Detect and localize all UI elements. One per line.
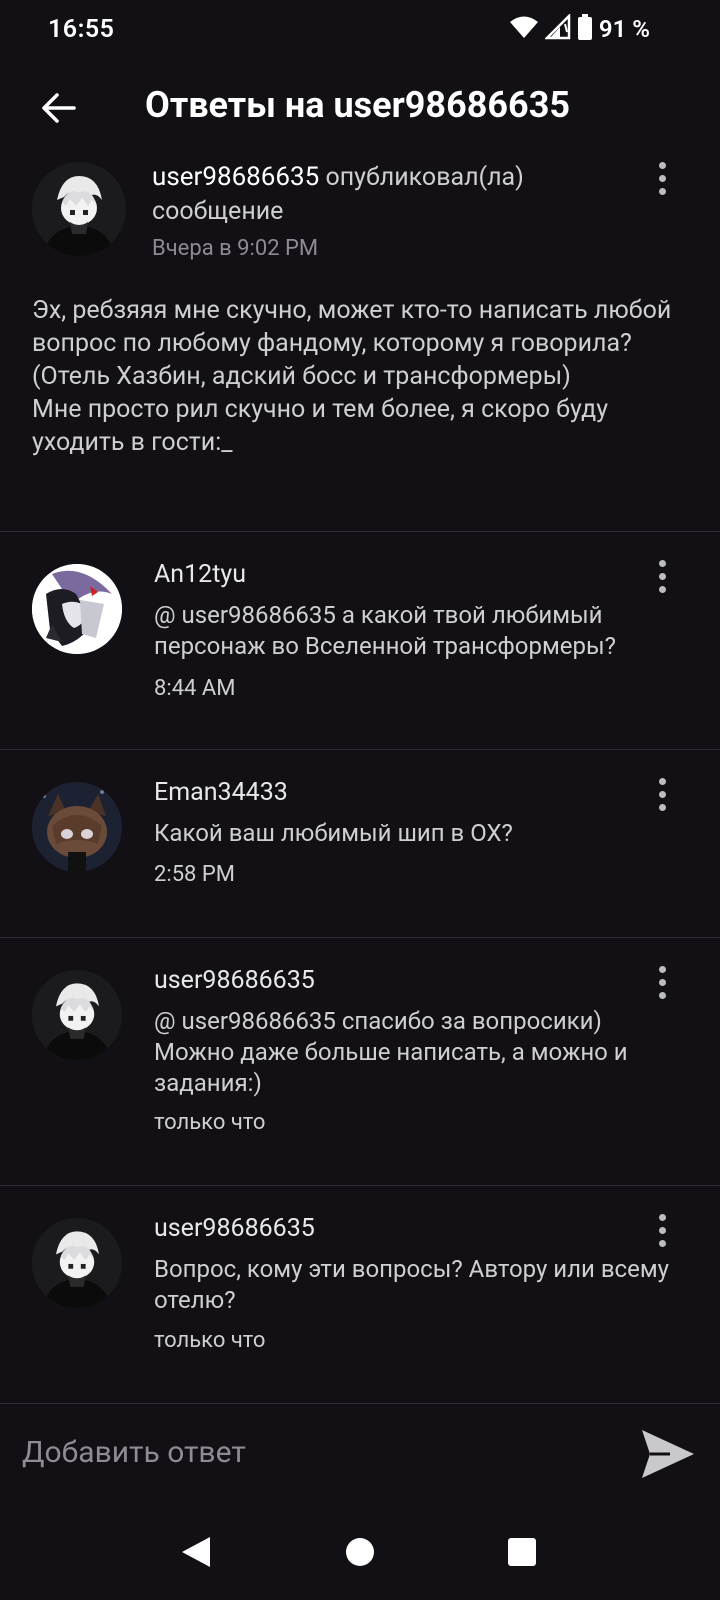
more-vert-icon	[658, 965, 666, 973]
more-vert-icon	[658, 161, 666, 169]
reply-text: Вопрос, кому эти вопросы? Автору или все…	[154, 1255, 669, 1314]
nav-recents-icon	[508, 1538, 536, 1566]
post-author[interactable]: user98686635	[152, 162, 319, 192]
battery-icon	[577, 14, 593, 44]
avatar[interactable]	[32, 970, 122, 1060]
reply-author[interactable]: Eman34433	[154, 778, 288, 807]
reply-text: Какой ваш любимый шип в ОХ?	[154, 819, 513, 847]
reply-time: только что	[154, 1110, 266, 1135]
status-time: 16:55	[48, 14, 115, 44]
reply-more-button[interactable]	[642, 772, 682, 816]
reply-item: An12tyu @ user98686635 а какой твой люби…	[0, 532, 720, 750]
avatar[interactable]	[32, 162, 126, 256]
post-more-button[interactable]	[642, 156, 682, 200]
reply-item: user98686635 @ user98686635 спасибо за в…	[0, 938, 720, 1186]
app-header: Ответы на user98686635	[0, 70, 720, 150]
more-vert-icon	[658, 1213, 666, 1221]
reply-bar	[0, 1404, 720, 1504]
reply-time: только что	[154, 1328, 266, 1353]
avatar[interactable]	[32, 564, 122, 654]
reply-author[interactable]: user98686635	[154, 966, 315, 995]
page-title: Ответы на user98686635	[145, 84, 571, 126]
send-button[interactable]	[636, 1424, 700, 1484]
wifi-icon	[509, 15, 539, 43]
avatar[interactable]	[32, 1218, 122, 1308]
reply-item: user98686635 Вопрос, кому эти вопросы? А…	[0, 1186, 720, 1404]
system-nav-bar	[0, 1504, 720, 1600]
reply-time: 8:44 AM	[154, 676, 236, 701]
back-arrow-icon	[42, 93, 76, 123]
original-post: user98686635 опубликовал(ла) сообщение В…	[0, 150, 720, 532]
battery-percent: 91 %	[598, 15, 650, 43]
back-button[interactable]	[34, 84, 82, 132]
reply-text: @ user98686635 спасибо за вопросики) Мож…	[154, 1007, 628, 1097]
reply-more-button[interactable]	[642, 554, 682, 598]
nav-back-button[interactable]	[176, 1532, 216, 1572]
nav-home-button[interactable]	[340, 1532, 380, 1572]
signal-icon	[543, 12, 571, 44]
nav-home-icon	[346, 1538, 374, 1566]
nav-recents-button[interactable]	[502, 1532, 542, 1572]
nav-back-icon	[182, 1537, 210, 1567]
status-bar: 16:55 91 %	[0, 0, 720, 58]
avatar[interactable]	[32, 782, 122, 872]
more-vert-icon	[658, 559, 666, 567]
reply-text: @ user98686635 а какой твой любимый перс…	[154, 601, 616, 660]
send-icon	[642, 1430, 694, 1478]
reply-input[interactable]	[22, 1426, 602, 1478]
post-timestamp: Вчера в 9:02 PM	[152, 236, 319, 261]
reply-more-button[interactable]	[642, 1208, 682, 1252]
reply-author[interactable]: user98686635	[154, 1214, 315, 1243]
reply-author[interactable]: An12tyu	[154, 560, 246, 589]
reply-more-button[interactable]	[642, 960, 682, 1004]
reply-item: Eman34433 Какой ваш любимый шип в ОХ? 2:…	[0, 750, 720, 938]
status-icons: 91 %	[509, 12, 650, 44]
more-vert-icon	[658, 777, 666, 785]
post-header: user98686635 опубликовал(ла) сообщение	[152, 160, 632, 229]
post-body: Эх, ребзяяя мне скучно, может кто-то нап…	[32, 296, 672, 457]
reply-time: 2:58 PM	[154, 862, 235, 887]
